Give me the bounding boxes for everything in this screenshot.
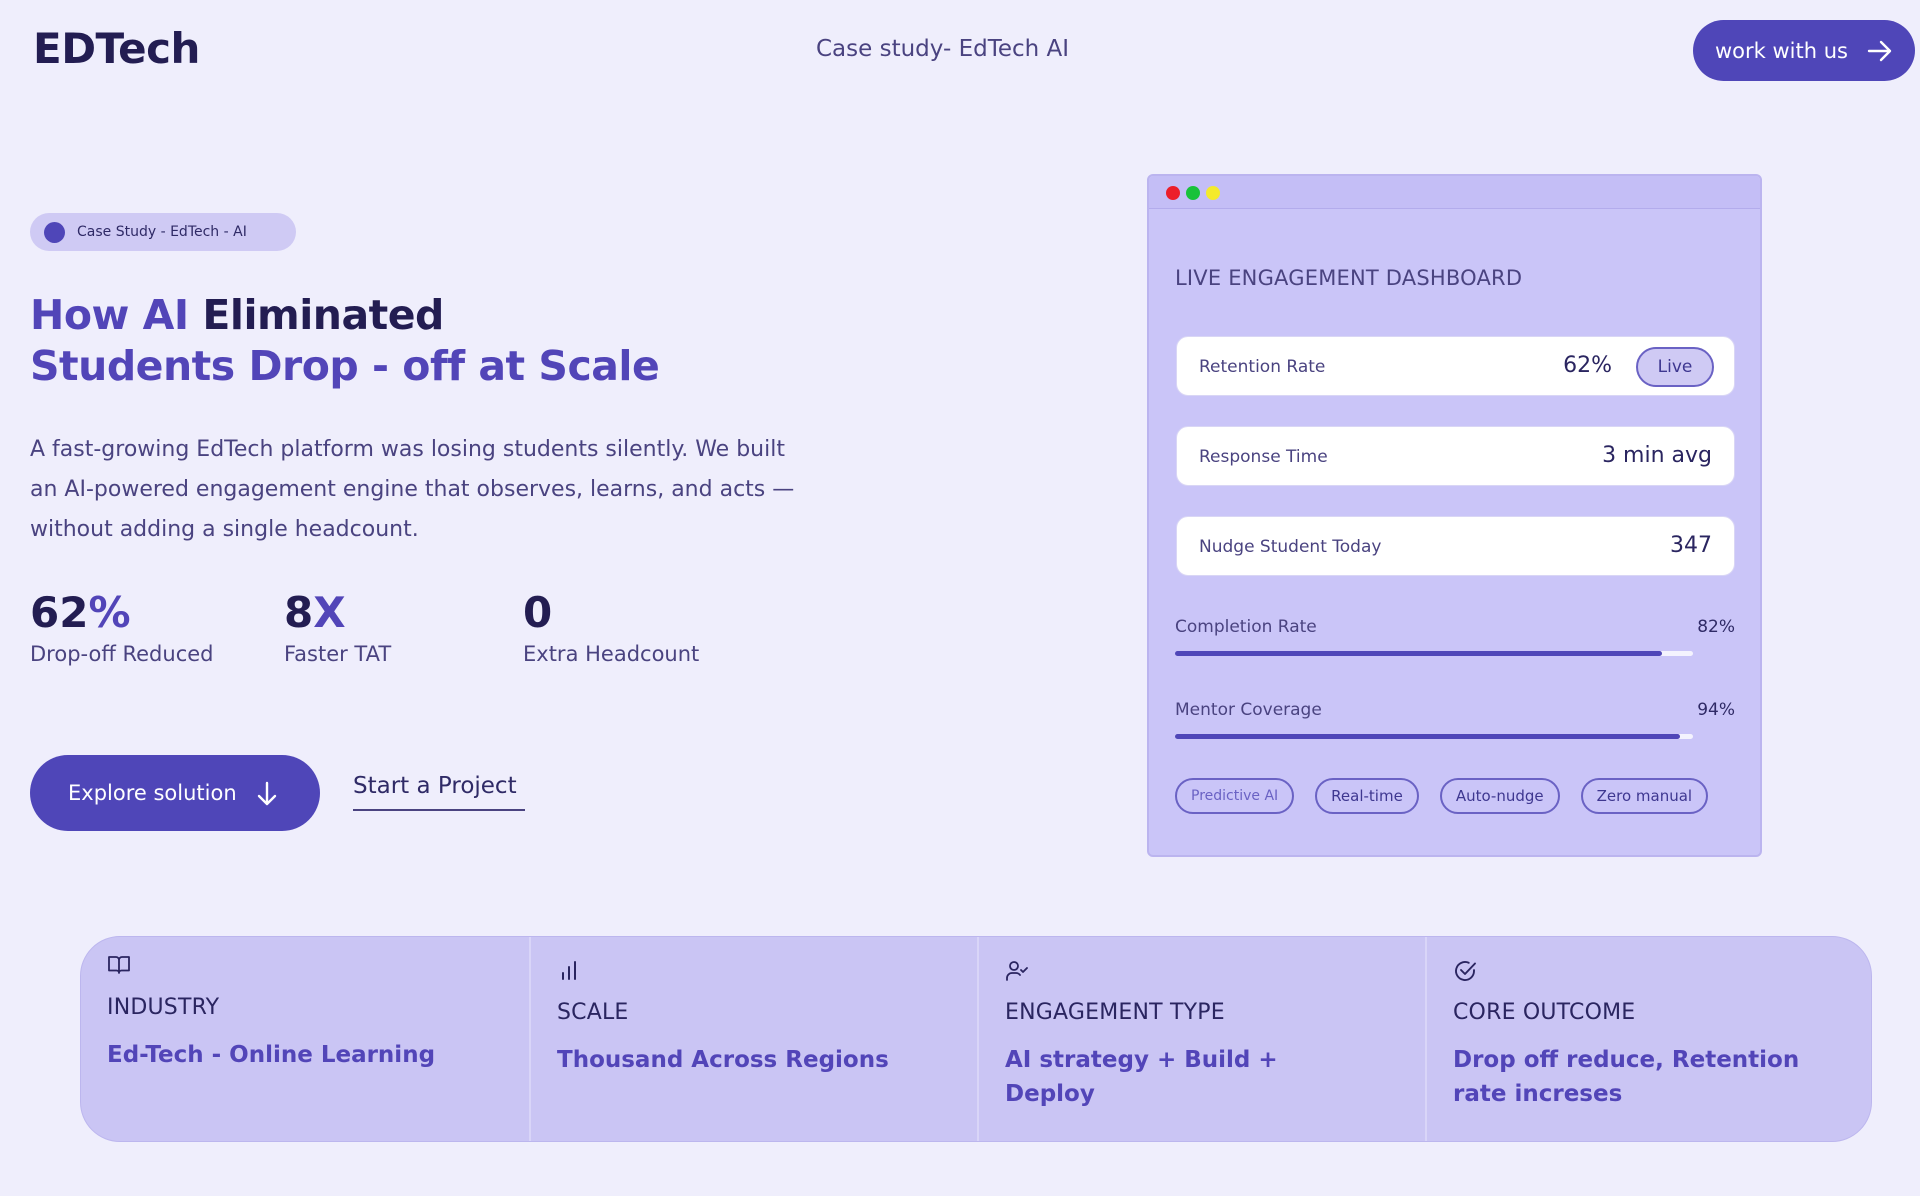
hero-description: A fast-growing EdTech platform was losin… (30, 437, 795, 542)
book-icon (108, 956, 130, 974)
progress-value: 94% (1697, 700, 1735, 720)
fact-engagement: ENGAGEMENT TYPE AI strategy + Build + De… (977, 937, 1425, 1141)
progress-label: Completion Rate (1175, 617, 1317, 637)
dashboard-title: LIVE ENGAGEMENT DASHBOARD (1175, 266, 1523, 290)
pill-dot-icon (44, 221, 65, 243)
minimize-dot-icon (1206, 186, 1220, 200)
case-study-pill: Case Study - EdTech - AI (30, 213, 296, 251)
start-project-link[interactable]: Start a Project (353, 773, 525, 811)
fact-scale: SCALE Thousand Across Regions (529, 937, 977, 1141)
fact-value: Ed-Tech - Online Learning (107, 1042, 436, 1068)
headline-part2: Eliminated (202, 291, 444, 339)
metric-label: Retention Rate (1199, 357, 1326, 377)
metric-value: 62% (1563, 353, 1612, 378)
stat-label: Faster TAT (284, 642, 392, 666)
stat-label: Extra Headcount (523, 642, 700, 666)
tag-auto-nudge: Auto-nudge (1439, 778, 1560, 814)
live-badge: Live (1636, 347, 1714, 387)
nav-title: Case study- EdTech AI (816, 36, 1070, 62)
fact-value: Thousand Across Regions (557, 1047, 889, 1073)
metric-nudges: Nudge Student Today 347 (1176, 516, 1735, 576)
progress-track (1175, 651, 1693, 656)
maximize-dot-icon (1186, 186, 1200, 200)
engagement-dashboard: LIVE ENGAGEMENT DASHBOARD Retention Rate… (1147, 174, 1762, 857)
page-title: How AI Eliminated Students Drop - off at… (30, 290, 790, 392)
fact-heading: CORE OUTCOME (1453, 1000, 1636, 1025)
progress-value: 82% (1697, 617, 1735, 637)
arrow-down-icon (257, 781, 277, 806)
fact-heading: INDUSTRY (107, 995, 220, 1020)
metric-label: Response Time (1199, 447, 1328, 467)
progress-fill (1175, 734, 1681, 739)
stat-label: Drop-off Reduced (30, 642, 214, 666)
tag-real-time: Real-time (1315, 778, 1419, 814)
stat-value: 8X (284, 588, 346, 637)
check-circle-icon (1455, 961, 1476, 981)
feature-tags: Predictive AI Real-time Auto-nudge Zero … (1175, 778, 1709, 814)
stat-value: 62% (30, 588, 131, 637)
window-titlebar (1149, 176, 1760, 209)
metric-retention: Retention Rate 62% Live (1176, 336, 1735, 396)
explore-label: Explore solution (68, 781, 237, 805)
metric-label: Nudge Student Today (1199, 537, 1382, 557)
progress-track (1175, 734, 1693, 739)
stat-tat: 8X Faster TAT (284, 588, 391, 666)
work-with-us-button[interactable]: work with us (1693, 20, 1915, 81)
metric-value: 347 (1670, 533, 1712, 558)
fact-industry: INDUSTRY Ed-Tech - Online Learning (81, 937, 529, 1141)
tag-zero-manual: Zero manual (1580, 778, 1709, 814)
explore-solution-button[interactable]: Explore solution (30, 755, 320, 831)
headline-part3: Students Drop - off at Scale (30, 342, 660, 390)
stat-headcount: 0 Extra Headcount (523, 588, 699, 666)
metric-response-time: Response Time 3 min avg (1176, 426, 1735, 486)
user-check-icon (1006, 961, 1028, 981)
brand-logo[interactable]: EDTech (33, 24, 200, 73)
stat-dropoff: 62% Drop-off Reduced (30, 588, 213, 666)
fact-heading: ENGAGEMENT TYPE (1005, 1000, 1225, 1025)
arrow-right-icon (1867, 40, 1892, 62)
project-facts: INDUSTRY Ed-Tech - Online Learning SCALE… (80, 936, 1872, 1142)
stat-value: 0 (523, 588, 553, 637)
work-with-us-label: work with us (1715, 38, 1848, 63)
fact-heading: SCALE (557, 1000, 629, 1025)
headline-part1: How AI (30, 291, 203, 339)
tag-predictive-ai: Predictive AI (1175, 778, 1295, 814)
progress-fill (1175, 651, 1662, 656)
fact-value: AI strategy + Build + Deploy (1005, 1047, 1278, 1107)
fact-value: Drop off reduce, Retention rate increses (1453, 1047, 1800, 1107)
close-dot-icon (1166, 186, 1180, 200)
top-nav: EDTech Case study- EdTech AI work with u… (0, 0, 1920, 100)
bar-chart-icon (562, 961, 576, 980)
fact-outcome: CORE OUTCOME Drop off reduce, Retention … (1425, 937, 1871, 1141)
pill-label: Case Study - EdTech - AI (77, 224, 247, 240)
metric-value: 3 min avg (1602, 443, 1712, 468)
progress-label: Mentor Coverage (1175, 700, 1322, 720)
